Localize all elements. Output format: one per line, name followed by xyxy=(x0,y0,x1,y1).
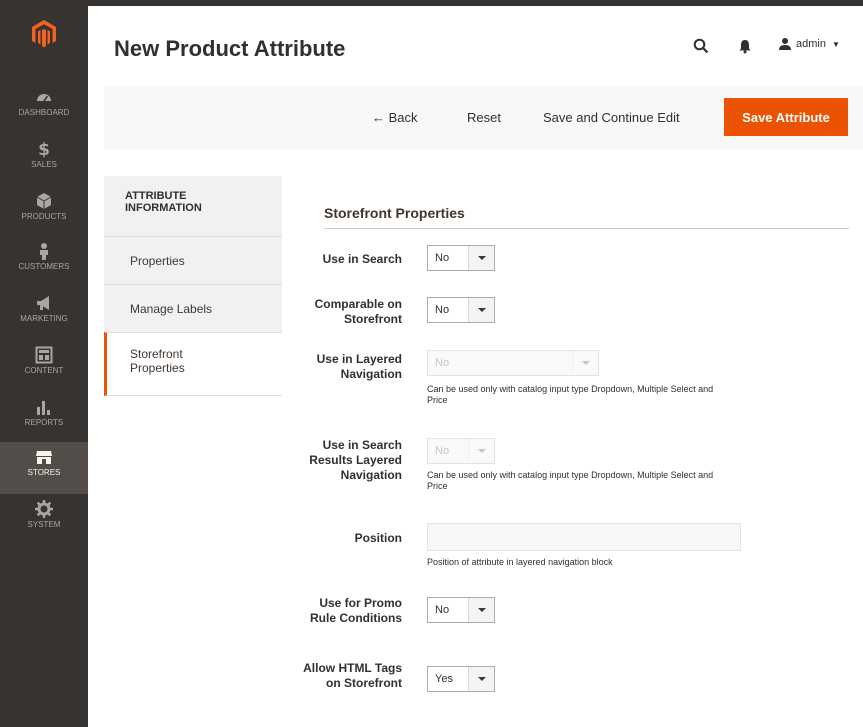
sidebar-item-products[interactable]: PRODUCTS xyxy=(0,186,88,238)
sidebar-item-system[interactable]: SYSTEM xyxy=(0,494,88,546)
select-value: Yes xyxy=(435,673,453,685)
position-input[interactable] xyxy=(427,523,741,551)
attribute-tabs: ATTRIBUTE INFORMATION Properties Manage … xyxy=(104,176,282,396)
sidebar-item-label: CUSTOMERS xyxy=(18,262,70,271)
chevron-down-icon: ▼ xyxy=(832,39,840,49)
tabs-heading: ATTRIBUTE INFORMATION xyxy=(104,176,282,236)
html-tags-select[interactable]: Yes xyxy=(427,666,495,692)
admin-user-name: admin xyxy=(796,37,826,50)
bell-icon[interactable] xyxy=(737,38,753,54)
store-icon xyxy=(36,451,52,464)
back-button[interactable]: ← Back xyxy=(372,110,418,125)
page-title: New Product Attribute xyxy=(114,36,346,61)
select-value: No xyxy=(435,357,450,369)
svg-text:$: $ xyxy=(38,140,50,158)
admin-user-menu[interactable]: admin ▼ xyxy=(778,37,840,51)
layout-icon xyxy=(35,346,53,364)
sidebar-item-label: SYSTEM xyxy=(27,520,61,529)
chevron-down-icon xyxy=(468,667,494,691)
tab-label: Storefront Properties xyxy=(130,347,185,375)
sidebar-item-marketing[interactable]: MARKETING xyxy=(0,288,88,340)
magento-logo[interactable] xyxy=(28,18,60,50)
search-layered-nav-select[interactable]: No xyxy=(427,438,495,464)
sidebar-item-label: REPORTS xyxy=(24,418,64,427)
dashboard-icon xyxy=(37,94,51,102)
tabs-heading-text: ATTRIBUTE INFORMATION xyxy=(125,190,202,214)
sidebar-item-customers[interactable]: CUSTOMERS xyxy=(0,236,88,288)
position-label: Position xyxy=(354,531,402,545)
select-value: No xyxy=(435,445,450,457)
sidebar-item-stores[interactable]: STORES xyxy=(0,442,88,494)
user-icon xyxy=(779,38,791,50)
sidebar-item-label: STORES xyxy=(27,468,61,477)
chevron-down-icon xyxy=(468,598,494,622)
chevron-down-icon xyxy=(468,439,494,463)
comparable-label: Comparable on Storefront xyxy=(314,297,402,326)
select-value: No xyxy=(435,604,450,616)
cube-icon xyxy=(36,193,52,209)
comparable-select[interactable]: No xyxy=(427,297,495,323)
section-divider xyxy=(324,228,849,229)
layered-nav-select[interactable]: No xyxy=(427,350,599,376)
chevron-down-icon xyxy=(572,351,598,375)
bar-chart-icon xyxy=(37,401,50,415)
sidebar-item-label: CONTENT xyxy=(24,366,64,375)
sidebar-item-label: MARKETING xyxy=(20,314,68,323)
megaphone-icon xyxy=(37,296,49,310)
position-note: Position of attribute in layered navigat… xyxy=(427,557,613,567)
select-value: No xyxy=(435,304,450,316)
admin-page: DASHBOARD $ SALES PRODUCTS CUSTOMERS MAR… xyxy=(0,0,863,727)
promo-rule-select[interactable]: No xyxy=(427,597,495,623)
use-in-search-select[interactable]: No xyxy=(427,245,495,271)
use-in-search-label: Use in Search xyxy=(322,252,402,266)
sidebar-item-dashboard[interactable]: DASHBOARD xyxy=(0,82,88,134)
tab-manage-labels[interactable]: Manage Labels xyxy=(104,284,282,332)
reset-button[interactable]: Reset xyxy=(467,110,501,125)
layered-nav-label: Use in Layered Navigation xyxy=(316,352,402,381)
chevron-down-icon xyxy=(468,246,494,270)
top-border xyxy=(0,0,863,6)
person-icon xyxy=(40,243,48,260)
section-title: Storefront Properties xyxy=(324,205,465,221)
search-icon[interactable] xyxy=(693,38,709,54)
chevron-down-icon xyxy=(468,298,494,322)
sidebar-item-label: PRODUCTS xyxy=(21,212,67,221)
tab-storefront-properties[interactable]: Storefront Properties xyxy=(104,332,282,396)
sidebar-item-label: SALES xyxy=(31,160,57,169)
save-and-continue-button[interactable]: Save and Continue Edit xyxy=(543,110,680,125)
search-layered-nav-note: Can be used only with catalog input type… xyxy=(427,470,714,491)
tab-properties[interactable]: Properties xyxy=(104,236,282,284)
html-tags-label: Allow HTML Tags on Storefront xyxy=(303,661,402,690)
search-layered-nav-label: Use in Search Results Layered Navigation xyxy=(309,438,402,482)
promo-rule-label: Use for Promo Rule Conditions xyxy=(310,596,402,625)
layered-nav-note: Can be used only with catalog input type… xyxy=(427,384,714,405)
sidebar-item-reports[interactable]: REPORTS xyxy=(0,392,88,444)
dollar-icon: $ xyxy=(38,140,50,158)
select-value: No xyxy=(435,252,450,264)
admin-sidebar: DASHBOARD $ SALES PRODUCTS CUSTOMERS MAR… xyxy=(0,6,88,727)
save-attribute-button[interactable]: Save Attribute xyxy=(724,98,848,136)
gear-icon xyxy=(35,500,53,518)
sidebar-item-label: DASHBOARD xyxy=(18,108,70,117)
sidebar-item-sales[interactable]: $ SALES xyxy=(0,134,88,186)
sidebar-item-content[interactable]: CONTENT xyxy=(0,340,88,392)
